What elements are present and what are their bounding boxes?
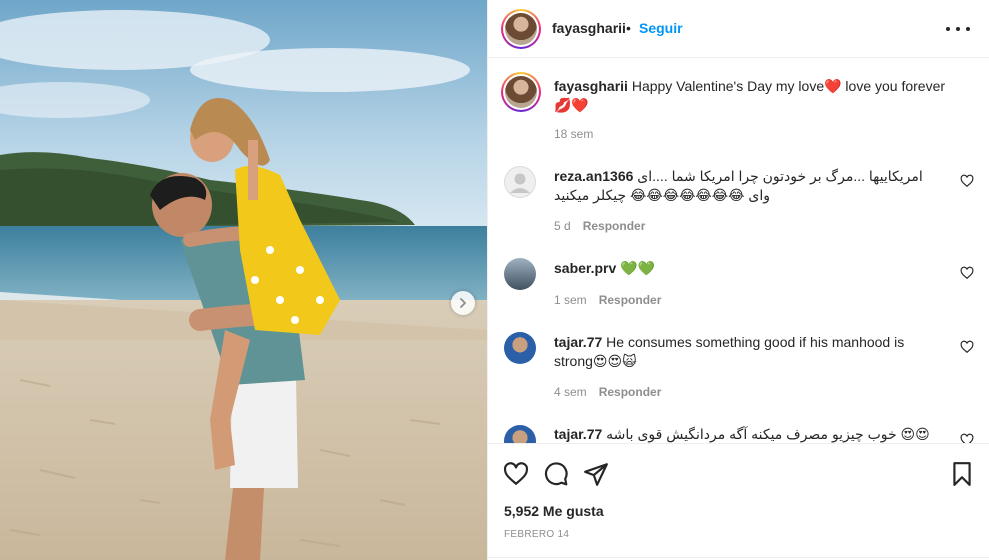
- comment-meta: 1 sem Responder: [554, 293, 661, 307]
- more-dot-icon: [946, 27, 950, 31]
- reply-button[interactable]: Responder: [583, 219, 646, 233]
- post-actions: 5,952 Me gusta FEBRERO 14: [488, 443, 989, 560]
- more-dot-icon: [966, 27, 970, 31]
- comment-body: tajar.77 He consumes something good if h…: [554, 333, 914, 371]
- comment-text: خوب چیزیو مصرف میکنه آگه مردانگیش قوی با…: [606, 426, 930, 442]
- comment-text: 💚💚: [620, 260, 656, 276]
- post-date[interactable]: FEBRERO 14: [504, 529, 569, 540]
- comment-time[interactable]: 4 sem: [554, 385, 587, 399]
- share-paper-plane-icon[interactable]: [583, 461, 609, 487]
- comments-list[interactable]: fayasgharii Happy Valentine's Day my lov…: [488, 59, 989, 443]
- more-options-button[interactable]: [946, 20, 970, 38]
- like-count[interactable]: 5,952 Me gusta: [504, 503, 604, 519]
- comment-time[interactable]: 5 d: [554, 219, 571, 233]
- follow-button[interactable]: Seguir: [639, 20, 683, 36]
- save-bookmark-icon[interactable]: [949, 461, 975, 487]
- post-details-panel: fayasgharii • Seguir fayasgharii Happy V…: [487, 0, 989, 560]
- comment-text: He consumes something good if his manhoo…: [554, 334, 905, 369]
- avatar[interactable]: [504, 258, 536, 290]
- author-avatar[interactable]: [501, 9, 541, 49]
- caption-timestamp[interactable]: 18 sem: [554, 127, 593, 141]
- like-heart-icon[interactable]: [503, 461, 529, 487]
- like-comment-heart-icon[interactable]: [960, 433, 974, 443]
- comment-username[interactable]: saber.prv: [554, 260, 616, 276]
- comment-meta: 5 d Responder: [554, 219, 645, 233]
- reply-button[interactable]: Responder: [599, 293, 662, 307]
- comment-body: reza.an1366 امریکاییها ...مرگ بر خودتون …: [554, 167, 939, 205]
- avatar[interactable]: [504, 425, 536, 443]
- caption-author-avatar[interactable]: [501, 72, 541, 112]
- comment-username[interactable]: reza.an1366: [554, 168, 633, 184]
- more-dot-icon: [956, 27, 960, 31]
- beach-couple-image: [0, 0, 487, 560]
- like-comment-heart-icon[interactable]: [960, 340, 974, 354]
- comment-body: tajar.77 خوب چیزیو مصرف میکنه آگه مردانگ…: [554, 425, 939, 443]
- comment-body: saber.prv 💚💚: [554, 259, 939, 278]
- divider: [488, 557, 989, 558]
- like-comment-heart-icon[interactable]: [960, 174, 974, 188]
- like-comment-heart-icon[interactable]: [960, 266, 974, 280]
- comment-username[interactable]: tajar.77: [554, 426, 602, 442]
- post-photo[interactable]: [0, 0, 487, 560]
- author-username[interactable]: fayasgharii: [552, 20, 626, 36]
- comment-username[interactable]: tajar.77: [554, 334, 602, 350]
- instagram-post-view: fayasgharii • Seguir fayasgharii Happy V…: [0, 0, 989, 560]
- post-header: fayasgharii • Seguir: [488, 0, 989, 58]
- default-avatar-icon[interactable]: [504, 166, 536, 198]
- comment-bubble-icon[interactable]: [543, 461, 569, 487]
- separator-dot: •: [626, 20, 631, 36]
- next-photo-button[interactable]: [451, 291, 475, 315]
- reply-button[interactable]: Responder: [599, 385, 662, 399]
- caption-username[interactable]: fayasgharii: [554, 78, 628, 94]
- comment-time[interactable]: 1 sem: [554, 293, 587, 307]
- comment-meta: 4 sem Responder: [554, 385, 661, 399]
- avatar[interactable]: [504, 332, 536, 364]
- chevron-right-icon: [460, 298, 466, 308]
- caption: fayasgharii Happy Valentine's Day my lov…: [554, 77, 954, 115]
